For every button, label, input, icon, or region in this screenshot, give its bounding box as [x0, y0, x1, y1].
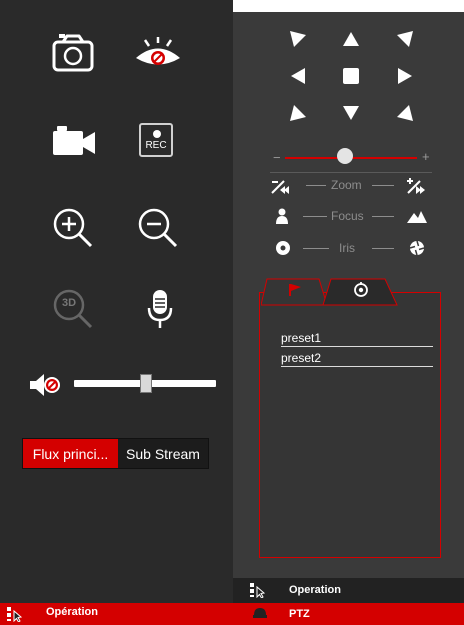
zoom-out-icon[interactable]	[137, 207, 179, 249]
iris-close-icon[interactable]	[275, 240, 291, 256]
ptz-dome-icon	[253, 608, 267, 618]
divider	[270, 172, 432, 173]
stream-selector: Flux princi... Sub Stream	[22, 438, 209, 469]
speed-minus-label: −	[273, 150, 281, 165]
ptz-down-left-button[interactable]	[289, 104, 307, 122]
focus-line-right	[372, 216, 394, 217]
zoom-line-right	[372, 185, 394, 186]
ptz-up-button[interactable]	[342, 30, 360, 48]
focus-far-icon[interactable]	[406, 208, 428, 224]
eye-blocked-icon[interactable]	[134, 35, 182, 71]
ptz-down-right-button[interactable]	[396, 104, 414, 122]
three-d-label: 3D	[61, 297, 77, 309]
video-camera-icon[interactable]	[51, 125, 97, 157]
iris-line-left	[303, 248, 329, 249]
volume-slider-handle[interactable]	[140, 374, 152, 393]
operation-footer-tab[interactable]: Opération	[0, 603, 233, 625]
ptz-footer-tab[interactable]: PTZ	[233, 603, 464, 625]
iris-open-icon[interactable]	[409, 240, 425, 256]
operation-panel: REC 3D Flux princi... Sub Stream Opérati…	[0, 0, 233, 625]
ptz-left-button[interactable]	[289, 67, 307, 85]
preset-item[interactable]: preset2	[281, 349, 433, 367]
sub-stream-button[interactable]: Sub Stream	[118, 439, 208, 468]
zoom-out-tele-icon[interactable]	[270, 177, 290, 195]
rec-icon[interactable]: REC	[139, 123, 173, 157]
microphone-icon[interactable]	[146, 288, 174, 330]
speed-slider-track-right[interactable]	[351, 157, 417, 159]
main-stream-button[interactable]: Flux princi...	[23, 439, 118, 468]
iris-line-right	[372, 248, 394, 249]
speed-slider-handle[interactable]	[337, 148, 353, 164]
rec-dot	[153, 130, 161, 138]
zoom-in-icon[interactable]	[52, 207, 94, 249]
patrol-icon[interactable]	[353, 281, 369, 297]
ptz-up-left-button[interactable]	[289, 30, 307, 48]
speed-plus-label: +	[422, 149, 430, 164]
preset-item[interactable]: preset1	[281, 329, 433, 347]
zoom-3d-icon[interactable]	[52, 288, 94, 330]
ptz-stop-button[interactable]	[343, 68, 359, 84]
zoom-label: Zoom	[331, 178, 362, 192]
ptz-panel: − + Zoom Focus Iris preset1 preset2 Oper…	[233, 12, 464, 625]
operation-footer-label: Operation	[289, 584, 341, 596]
operation-footer-tab[interactable]: Operation	[233, 578, 464, 603]
zoom-line-left	[306, 185, 326, 186]
focus-near-icon[interactable]	[275, 208, 289, 224]
operation-icon	[250, 583, 265, 598]
ptz-right-button[interactable]	[396, 67, 414, 85]
operation-icon	[7, 607, 22, 622]
camera-icon[interactable]	[52, 33, 94, 73]
speaker-muted-icon[interactable]	[28, 372, 64, 398]
focus-line-left	[303, 216, 327, 217]
operation-footer-label: Opération	[46, 606, 98, 618]
zoom-in-tele-icon[interactable]	[405, 176, 427, 196]
rec-label: REC	[145, 140, 167, 151]
flag-icon[interactable]	[288, 283, 302, 297]
ptz-up-right-button[interactable]	[396, 30, 414, 48]
ptz-footer-label: PTZ	[289, 608, 310, 620]
iris-label: Iris	[339, 241, 355, 255]
focus-label: Focus	[331, 209, 364, 223]
ptz-down-button[interactable]	[342, 104, 360, 122]
